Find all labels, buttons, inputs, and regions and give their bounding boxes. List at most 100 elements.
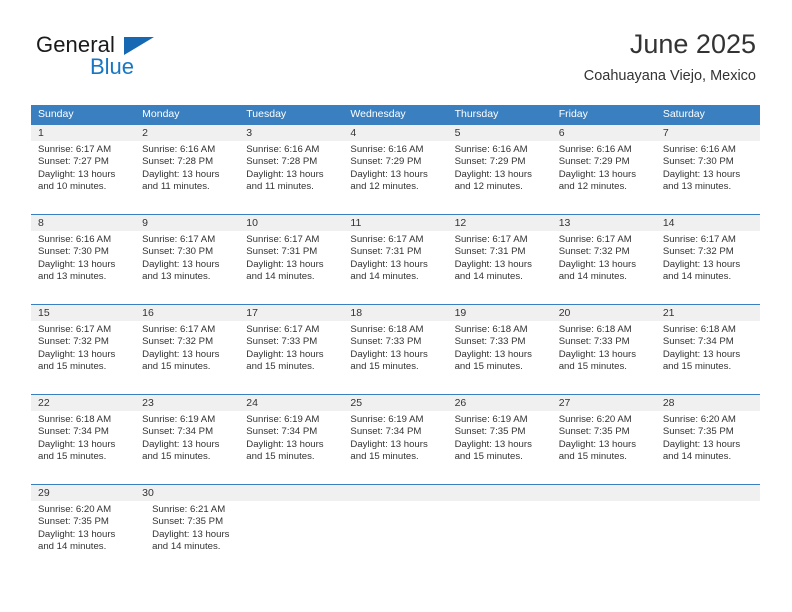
day-number[interactable]: 20 bbox=[552, 305, 656, 321]
day-cell[interactable]: Sunrise: 6:19 AM Sunset: 7:34 PM Dayligh… bbox=[239, 411, 343, 484]
daylight-text-line2: and 14 minutes. bbox=[558, 270, 627, 282]
day-cell-empty bbox=[259, 501, 359, 574]
sunset-text: Sunset: 7:35 PM bbox=[558, 426, 630, 438]
daylight-text-line1: Daylight: 13 hours bbox=[662, 168, 741, 180]
day-number[interactable]: 13 bbox=[552, 215, 656, 231]
day-cell[interactable]: Sunrise: 6:20 AM Sunset: 7:35 PM Dayligh… bbox=[552, 411, 656, 484]
daylight-text-line1: Daylight: 13 hours bbox=[662, 438, 741, 450]
day-cell[interactable]: Sunrise: 6:16 AM Sunset: 7:28 PM Dayligh… bbox=[135, 141, 239, 214]
day-cell[interactable]: Sunrise: 6:18 AM Sunset: 7:33 PM Dayligh… bbox=[343, 321, 447, 394]
daylight-text-line2: and 15 minutes. bbox=[246, 360, 315, 372]
daylight-text-line2: and 11 minutes. bbox=[142, 180, 210, 192]
day-number[interactable]: 2 bbox=[135, 125, 239, 141]
day-cell[interactable]: Sunrise: 6:17 AM Sunset: 7:32 PM Dayligh… bbox=[656, 231, 760, 304]
sunrise-text: Sunrise: 6:18 AM bbox=[558, 324, 632, 335]
day-number[interactable]: 27 bbox=[552, 395, 656, 411]
daylight-text-line2: and 13 minutes. bbox=[142, 270, 211, 282]
title-block: June 2025 Coahuayana Viejo, Mexico bbox=[584, 28, 756, 86]
day-cell[interactable]: Sunrise: 6:19 AM Sunset: 7:35 PM Dayligh… bbox=[448, 411, 552, 484]
day-cell[interactable]: Sunrise: 6:16 AM Sunset: 7:29 PM Dayligh… bbox=[343, 141, 447, 214]
day-cell[interactable]: Sunrise: 6:18 AM Sunset: 7:34 PM Dayligh… bbox=[31, 411, 135, 484]
day-number[interactable]: 15 bbox=[31, 305, 135, 321]
weekday-header-monday: Monday bbox=[142, 108, 180, 120]
daylight-text-line1: Daylight: 13 hours bbox=[350, 168, 428, 180]
sunset-text: Sunset: 7:27 PM bbox=[38, 156, 109, 168]
day-cell[interactable]: Sunrise: 6:16 AM Sunset: 7:30 PM Dayligh… bbox=[31, 231, 135, 304]
daylight-text-line2: and 14 minutes. bbox=[38, 540, 107, 552]
day-number[interactable]: 18 bbox=[343, 305, 447, 321]
daylight-text-line2: and 13 minutes. bbox=[38, 270, 107, 282]
day-number[interactable]: 21 bbox=[656, 305, 760, 321]
day-cell[interactable]: Sunrise: 6:16 AM Sunset: 7:29 PM Dayligh… bbox=[552, 141, 656, 214]
weekday-header-friday: Friday bbox=[558, 108, 588, 120]
daylight-text-line1: Daylight: 13 hours bbox=[152, 528, 230, 540]
daylight-text-line1: Daylight: 13 hours bbox=[454, 438, 532, 450]
day-cell[interactable]: Sunrise: 6:17 AM Sunset: 7:32 PM Dayligh… bbox=[31, 321, 135, 394]
day-number[interactable]: 30 bbox=[135, 485, 239, 501]
day-number[interactable]: 7 bbox=[656, 125, 760, 141]
sunset-text: Sunset: 7:30 PM bbox=[142, 246, 214, 258]
weekday-header-saturday: Saturday bbox=[662, 108, 705, 120]
week-detail-strip: Sunrise: 6:20 AM Sunset: 7:35 PM Dayligh… bbox=[31, 501, 760, 574]
day-cell[interactable]: Sunrise: 6:18 AM Sunset: 7:33 PM Dayligh… bbox=[552, 321, 656, 394]
day-cell[interactable]: Sunrise: 6:19 AM Sunset: 7:34 PM Dayligh… bbox=[343, 411, 447, 484]
sunset-text: Sunset: 7:30 PM bbox=[38, 246, 109, 258]
week-daynumber-strip: 22 23 24 25 26 27 28 bbox=[31, 395, 760, 411]
day-number[interactable]: 29 bbox=[31, 485, 135, 501]
day-cell[interactable]: Sunrise: 6:20 AM Sunset: 7:35 PM Dayligh… bbox=[656, 411, 760, 484]
day-cell[interactable]: Sunrise: 6:17 AM Sunset: 7:32 PM Dayligh… bbox=[135, 321, 239, 394]
daylight-text-line1: Daylight: 13 hours bbox=[350, 258, 428, 270]
daylight-text-line2: and 15 minutes. bbox=[38, 450, 107, 462]
sunset-text: Sunset: 7:31 PM bbox=[350, 246, 422, 258]
day-number[interactable]: 12 bbox=[448, 215, 552, 231]
day-cell[interactable]: Sunrise: 6:16 AM Sunset: 7:28 PM Dayligh… bbox=[239, 141, 343, 214]
day-cell[interactable]: Sunrise: 6:17 AM Sunset: 7:33 PM Dayligh… bbox=[239, 321, 343, 394]
day-number[interactable]: 11 bbox=[343, 215, 447, 231]
daylight-text-line1: Daylight: 13 hours bbox=[350, 348, 428, 360]
day-cell[interactable]: Sunrise: 6:18 AM Sunset: 7:34 PM Dayligh… bbox=[656, 321, 760, 394]
day-number[interactable]: 26 bbox=[448, 395, 552, 411]
daylight-text-line1: Daylight: 13 hours bbox=[350, 438, 428, 450]
day-number[interactable]: 10 bbox=[239, 215, 343, 231]
day-cell[interactable]: Sunrise: 6:17 AM Sunset: 7:31 PM Dayligh… bbox=[239, 231, 343, 304]
day-cell[interactable]: Sunrise: 6:16 AM Sunset: 7:30 PM Dayligh… bbox=[656, 141, 760, 214]
day-cell[interactable]: Sunrise: 6:17 AM Sunset: 7:31 PM Dayligh… bbox=[343, 231, 447, 304]
day-number[interactable]: 4 bbox=[343, 125, 447, 141]
day-number[interactable]: 25 bbox=[343, 395, 447, 411]
day-number[interactable]: 5 bbox=[448, 125, 552, 141]
day-cell-empty bbox=[656, 485, 760, 501]
day-number[interactable]: 9 bbox=[135, 215, 239, 231]
day-number[interactable]: 16 bbox=[135, 305, 239, 321]
sunset-text: Sunset: 7:31 PM bbox=[246, 246, 318, 258]
day-cell[interactable]: Sunrise: 6:17 AM Sunset: 7:27 PM Dayligh… bbox=[31, 141, 135, 214]
day-cell[interactable]: Sunrise: 6:17 AM Sunset: 7:32 PM Dayligh… bbox=[552, 231, 656, 304]
general-blue-logo[interactable]: General Blue bbox=[36, 32, 236, 82]
calendar-grid: Sunday Monday Tuesday Wednesday Thursday… bbox=[31, 105, 760, 574]
day-cell[interactable]: Sunrise: 6:18 AM Sunset: 7:33 PM Dayligh… bbox=[448, 321, 552, 394]
day-number[interactable]: 3 bbox=[239, 125, 343, 141]
sunrise-text: Sunrise: 6:18 AM bbox=[454, 324, 528, 335]
week-daynumber-strip: 1 2 3 4 5 6 7 bbox=[31, 125, 760, 141]
day-cell[interactable]: Sunrise: 6:17 AM Sunset: 7:31 PM Dayligh… bbox=[448, 231, 552, 304]
day-number[interactable]: 14 bbox=[656, 215, 760, 231]
day-cell-empty bbox=[359, 501, 459, 574]
day-number[interactable]: 22 bbox=[31, 395, 135, 411]
sunrise-text: Sunrise: 6:17 AM bbox=[246, 324, 320, 335]
day-number[interactable]: 23 bbox=[135, 395, 239, 411]
day-cell[interactable]: Sunrise: 6:21 AM Sunset: 7:35 PM Dayligh… bbox=[145, 501, 259, 574]
day-number[interactable]: 19 bbox=[448, 305, 552, 321]
sunset-text: Sunset: 7:28 PM bbox=[246, 156, 318, 168]
day-number[interactable]: 1 bbox=[31, 125, 135, 141]
day-cell[interactable]: Sunrise: 6:20 AM Sunset: 7:35 PM Dayligh… bbox=[31, 501, 145, 574]
day-cell[interactable]: Sunrise: 6:16 AM Sunset: 7:29 PM Dayligh… bbox=[448, 141, 552, 214]
day-number[interactable]: 8 bbox=[31, 215, 135, 231]
sunset-text: Sunset: 7:34 PM bbox=[662, 336, 734, 348]
day-number[interactable]: 6 bbox=[552, 125, 656, 141]
day-number[interactable]: 24 bbox=[239, 395, 343, 411]
day-cell[interactable]: Sunrise: 6:19 AM Sunset: 7:34 PM Dayligh… bbox=[135, 411, 239, 484]
day-cell-empty bbox=[560, 501, 660, 574]
sunrise-text: Sunrise: 6:17 AM bbox=[350, 234, 424, 245]
day-number[interactable]: 17 bbox=[239, 305, 343, 321]
day-number[interactable]: 28 bbox=[656, 395, 760, 411]
day-cell[interactable]: Sunrise: 6:17 AM Sunset: 7:30 PM Dayligh… bbox=[135, 231, 239, 304]
